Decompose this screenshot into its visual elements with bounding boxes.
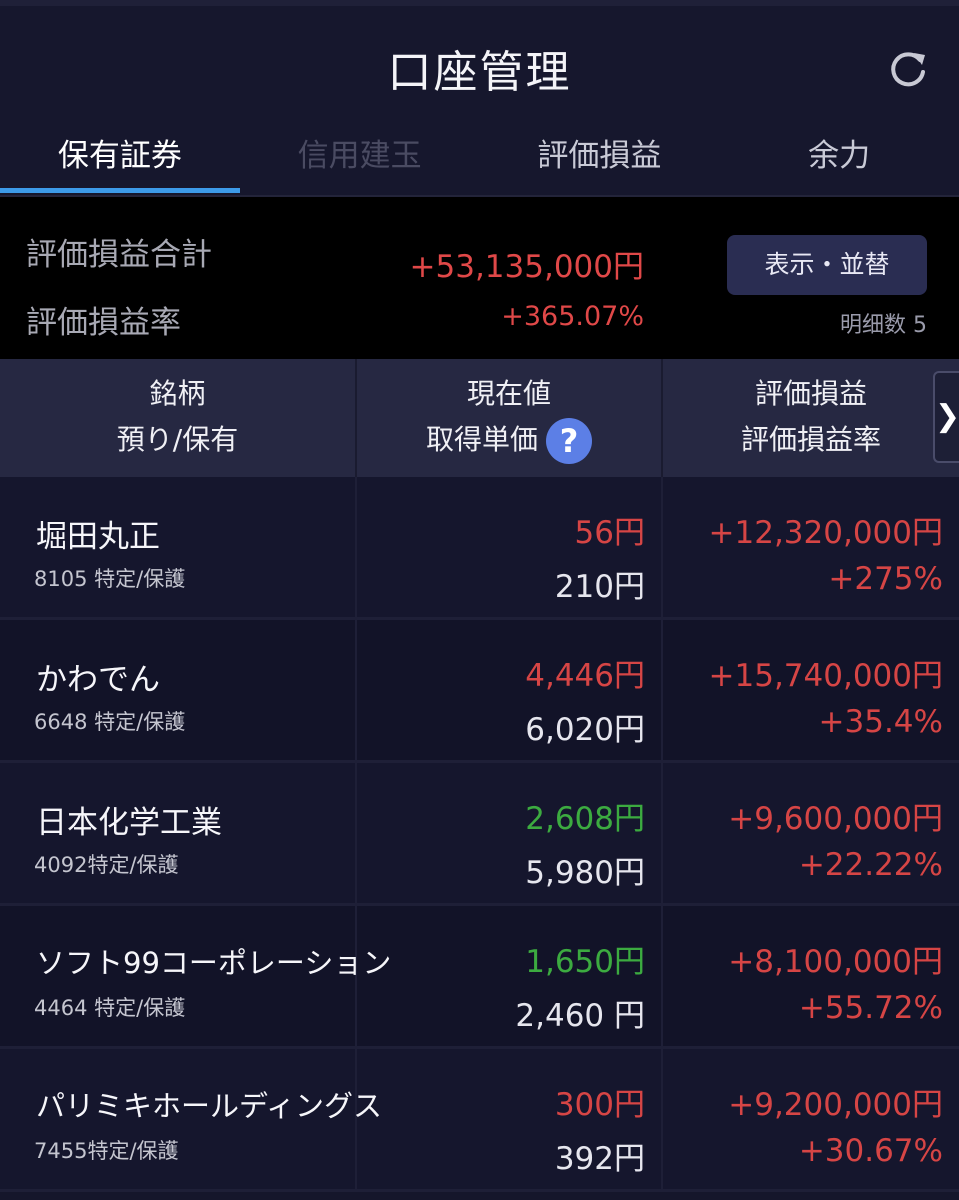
stock-code: 6648 特定/保護 bbox=[34, 710, 186, 734]
page-title: 口座管理 bbox=[387, 47, 572, 98]
display-sort-button[interactable]: 表示・並替 bbox=[727, 235, 927, 295]
pl-rate: +35.4% bbox=[818, 704, 943, 740]
price-cell: 4,446円 6,020円 bbox=[357, 620, 663, 760]
column-price: 現在値 取得単価? bbox=[357, 359, 663, 477]
price-cell: 56円 210円 bbox=[357, 477, 663, 617]
item-count: 明细数 5 bbox=[840, 313, 927, 338]
stock-cell: パリミキホールディングス 7455特定/保護 bbox=[0, 1049, 382, 1189]
stock-cell: ソフト99コーポレーション 4464 特定/保護 bbox=[0, 906, 391, 1046]
tab-buying-power[interactable]: 余力 bbox=[719, 125, 959, 195]
column-price-line2-wrap: 取得単価? bbox=[357, 417, 661, 464]
price-cell: 1,650円 2,460 円 bbox=[357, 906, 663, 1046]
header: 口座管理 bbox=[0, 0, 959, 125]
column-price-line2: 取得単価 bbox=[425, 423, 538, 456]
price-cell: 2,608円 5,980円 bbox=[357, 763, 663, 903]
holding-row[interactable]: ソフト99コーポレーション 4464 特定/保護 1,650円 2,460 円 … bbox=[0, 906, 959, 1049]
pl-cell: +9,200,000円 +30.67% bbox=[663, 1049, 959, 1189]
account-management-screen: 口座管理 保有証券 信用建玉 評価損益 余力 評価損益合計 +53,135,00… bbox=[0, 0, 959, 1200]
stock-cell: 堀田丸正 8105 特定/保護 bbox=[0, 477, 357, 617]
current-price: 1,650円 bbox=[525, 944, 645, 980]
stock-name: かわでん bbox=[36, 662, 160, 698]
column-stock-line2: 預り/保有 bbox=[116, 423, 239, 456]
pl-cell: +15,740,000円 +35.4% bbox=[663, 620, 959, 760]
holdings-list: 堀田丸正 8105 特定/保護 56円 210円 +12,320,000円 +2… bbox=[0, 477, 959, 1192]
stock-code: 4464 特定/保護 bbox=[34, 996, 186, 1020]
cost-price: 6,020円 bbox=[525, 712, 645, 748]
stock-cell: 日本化学工業 4092特定/保護 bbox=[0, 763, 357, 903]
stock-name: パリミキホールディングス bbox=[36, 1089, 382, 1123]
tab-bar: 保有証券 信用建玉 評価損益 余力 bbox=[0, 125, 959, 195]
tab-profit-loss[interactable]: 評価損益 bbox=[480, 125, 720, 195]
holding-row[interactable]: 堀田丸正 8105 特定/保護 56円 210円 +12,320,000円 +2… bbox=[0, 477, 959, 620]
stock-name: 堀田丸正 bbox=[36, 519, 160, 555]
current-price: 56円 bbox=[574, 515, 645, 551]
cost-price: 2,460 円 bbox=[515, 998, 645, 1034]
column-pl-line2: 評価損益率 bbox=[740, 423, 881, 456]
holding-row[interactable]: パリミキホールディングス 7455特定/保護 300円 392円 +9,200,… bbox=[0, 1049, 959, 1192]
column-pl-line1: 評価損益 bbox=[754, 377, 867, 410]
column-pl: 評価損益 評価損益率 bbox=[663, 359, 959, 477]
stock-name: 日本化学工業 bbox=[36, 805, 222, 841]
summary-panel: 評価損益合計 +53,135,000円 評価損益率 +365.07% 表示・並替… bbox=[0, 195, 959, 359]
pl-amount: +8,100,000円 bbox=[728, 944, 943, 980]
stock-code: 4092特定/保護 bbox=[34, 853, 179, 877]
pl-rate: +275% bbox=[828, 561, 943, 597]
current-price: 4,446円 bbox=[525, 658, 645, 694]
next-columns-arrow-icon[interactable]: ❯ bbox=[933, 371, 959, 463]
pl-rate-value: +365.07% bbox=[501, 301, 644, 332]
pl-cell: +8,100,000円 +55.72% bbox=[663, 906, 959, 1046]
stock-name: ソフト99コーポレーション bbox=[36, 946, 392, 980]
stock-code: 7455特定/保護 bbox=[34, 1139, 179, 1163]
pl-amount: +9,600,000円 bbox=[728, 801, 943, 837]
refresh-icon[interactable] bbox=[887, 48, 929, 90]
column-stock: 銘柄 預り/保有 bbox=[0, 359, 357, 477]
cost-price: 5,980円 bbox=[525, 855, 645, 891]
cost-price: 392円 bbox=[554, 1141, 645, 1177]
stock-code: 8105 特定/保護 bbox=[34, 567, 186, 591]
current-price: 2,608円 bbox=[525, 801, 645, 837]
pl-amount: +9,200,000円 bbox=[728, 1087, 943, 1123]
tab-margin-positions[interactable]: 信用建玉 bbox=[240, 125, 480, 195]
column-price-line1: 現在値 bbox=[466, 377, 551, 410]
column-stock-line1: 銘柄 bbox=[149, 377, 206, 410]
price-cell: 300円 392円 bbox=[357, 1049, 663, 1189]
stock-cell: かわでん 6648 特定/保護 bbox=[0, 620, 357, 760]
holding-row[interactable]: 日本化学工業 4092特定/保護 2,608円 5,980円 +9,600,00… bbox=[0, 763, 959, 906]
pl-rate: +22.22% bbox=[798, 847, 943, 883]
cost-price: 210円 bbox=[554, 569, 645, 605]
total-pl-value: +53,135,000円 bbox=[409, 249, 644, 285]
pl-rate-label: 評価損益率 bbox=[26, 305, 181, 341]
pl-cell: +9,600,000円 +22.22% bbox=[663, 763, 959, 903]
column-header: 銘柄 預り/保有 現在値 取得単価? 評価損益 評価損益率 ❯ bbox=[0, 359, 959, 477]
total-pl-label: 評価損益合計 bbox=[26, 237, 212, 273]
current-price: 300円 bbox=[554, 1087, 645, 1123]
tab-holdings[interactable]: 保有証券 bbox=[0, 125, 240, 195]
pl-amount: +15,740,000円 bbox=[708, 658, 943, 694]
pl-amount: +12,320,000円 bbox=[708, 515, 943, 551]
help-icon[interactable]: ? bbox=[546, 418, 592, 464]
pl-rate: +55.72% bbox=[798, 990, 943, 1026]
pl-rate: +30.67% bbox=[798, 1133, 943, 1169]
holding-row[interactable]: かわでん 6648 特定/保護 4,446円 6,020円 +15,740,00… bbox=[0, 620, 959, 763]
pl-cell: +12,320,000円 +275% bbox=[663, 477, 959, 617]
